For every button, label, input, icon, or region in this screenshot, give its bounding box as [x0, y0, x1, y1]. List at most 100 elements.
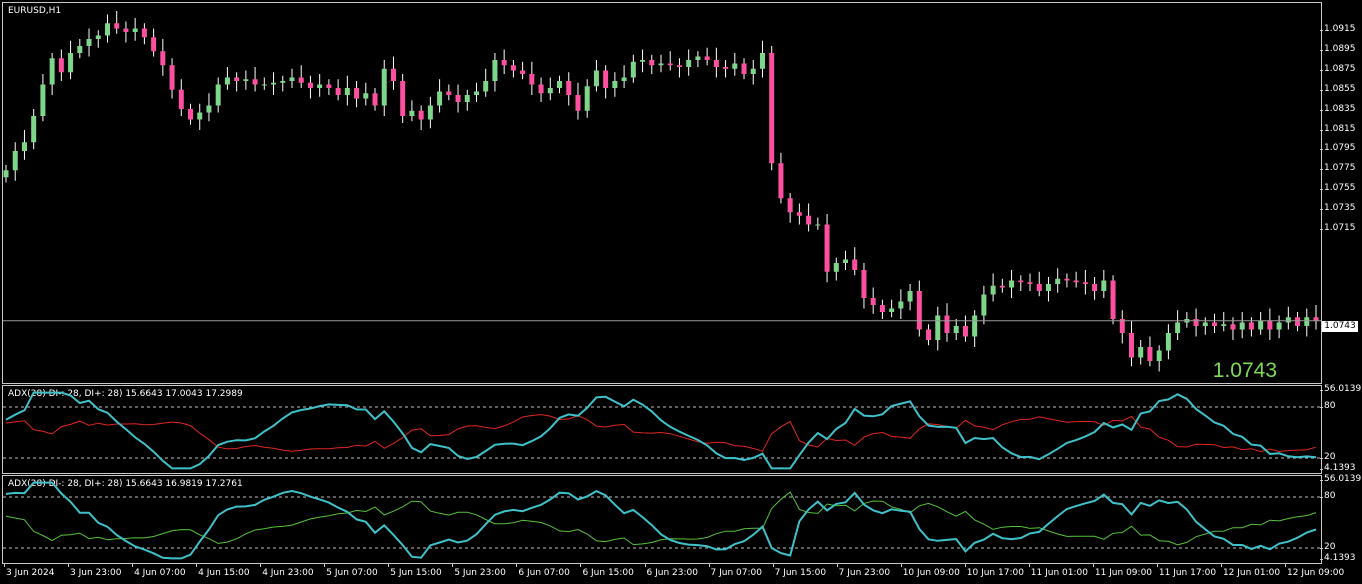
candle-body	[372, 93, 378, 106]
time-axis-tick	[836, 564, 838, 567]
candle-body	[1212, 322, 1218, 326]
candle-body	[843, 259, 849, 263]
candle-body	[326, 84, 332, 88]
candle-body	[1138, 347, 1144, 358]
candle-body	[575, 95, 581, 111]
candle-body	[520, 70, 526, 74]
candle-body	[630, 61, 636, 78]
price-axis-label: 1.0835	[1320, 103, 1356, 114]
candle-body	[1230, 324, 1236, 330]
candle-body	[1165, 333, 1171, 351]
time-axis-tick	[68, 564, 70, 567]
candle-body	[944, 315, 950, 333]
time-axis-label: 6 Jun 23:00	[646, 568, 698, 578]
candle-body	[289, 77, 295, 81]
candle-body	[833, 263, 839, 272]
candle-body	[1248, 322, 1254, 330]
candle-body	[676, 65, 682, 67]
candle-body	[335, 88, 341, 95]
candle-body	[879, 305, 885, 312]
time-axis-label: 12 Jun 01:00	[1222, 568, 1281, 578]
indicator-axis-label: 80	[1319, 401, 1336, 411]
time-axis-label: 6 Jun 07:00	[518, 568, 570, 578]
candle-body	[280, 81, 286, 83]
time-axis-tick	[900, 564, 902, 567]
price-axis-label: 1.0915	[1320, 24, 1356, 34]
candle-body	[446, 91, 452, 95]
time-axis-tick	[580, 564, 582, 567]
candle-body	[1175, 322, 1181, 333]
candle-body	[317, 84, 323, 88]
candle-body	[852, 259, 858, 270]
time-axis-tick	[708, 564, 710, 567]
price-axis-label: 1.0755	[1320, 183, 1356, 194]
candle-body	[962, 326, 968, 337]
candle-body	[732, 63, 738, 69]
candle-body	[584, 86, 590, 111]
indicator-axis-label: 56.0139	[1319, 384, 1362, 394]
candle-body	[344, 88, 350, 95]
candle-body	[1156, 350, 1162, 361]
candle-body	[1147, 347, 1153, 361]
indicator-axis-label: 4.1393	[1320, 553, 1356, 563]
time-axis-tick	[1092, 564, 1094, 567]
candle-body	[271, 82, 277, 85]
candle-body	[77, 46, 83, 53]
candle-body	[972, 315, 978, 337]
candle-body	[104, 23, 110, 36]
time-axis-tick	[1028, 564, 1030, 567]
candle-body	[1092, 284, 1098, 291]
candle-body	[889, 308, 895, 312]
candle-body	[464, 95, 470, 102]
time-axis-tick	[644, 564, 646, 567]
candle-body	[1276, 322, 1282, 330]
candle-body	[935, 315, 941, 340]
candle-body	[354, 88, 360, 99]
candle-body	[252, 79, 258, 85]
candle-body	[529, 74, 535, 85]
candle-body	[188, 109, 194, 120]
candle-body	[723, 67, 729, 69]
time-axis-tick	[388, 564, 390, 567]
candle-body	[455, 95, 461, 102]
candle-body	[926, 329, 932, 340]
candle-body	[538, 84, 544, 94]
candle-body	[713, 60, 719, 67]
price-axis-label: 1.0875	[1320, 63, 1356, 74]
time-axis-tick	[324, 564, 326, 567]
candle-body	[1295, 317, 1301, 326]
candle-body	[621, 77, 627, 81]
candle-body	[769, 53, 775, 164]
time-axis-label: 3 Jun 2024	[6, 568, 55, 578]
candle-body	[1101, 280, 1107, 291]
time-axis-tick	[260, 564, 262, 567]
current-price-tag: 1.0743	[1322, 321, 1358, 332]
candle-body	[898, 301, 904, 309]
candle-body	[206, 105, 212, 113]
candle-body	[1009, 280, 1015, 288]
time-axis-tick	[132, 564, 134, 567]
time-axis-tick	[964, 564, 966, 567]
time-axis-label: 5 Jun 15:00	[390, 568, 442, 578]
candle-body	[806, 215, 812, 225]
candle-body	[483, 81, 489, 92]
price-axis-label: 1.0815	[1320, 123, 1356, 134]
price-axis-label: 1.0775	[1320, 163, 1356, 174]
candle-body	[1267, 320, 1273, 330]
indicator-axis-label: 56.0139	[1319, 474, 1362, 484]
adx-line	[5, 391, 1317, 470]
candle-body	[363, 93, 369, 99]
candle-body	[492, 60, 498, 81]
candle-body	[603, 70, 609, 88]
candle-body	[132, 28, 138, 32]
time-axis-tick	[452, 564, 454, 567]
candle-body	[437, 91, 443, 106]
candle-body	[510, 65, 516, 71]
candle-body	[400, 81, 406, 116]
candle-body	[557, 81, 563, 88]
candle-body	[787, 198, 793, 213]
candle-body	[1285, 317, 1291, 323]
candle-body	[1064, 278, 1070, 281]
candle-body	[141, 28, 147, 38]
candle-body	[593, 70, 599, 87]
